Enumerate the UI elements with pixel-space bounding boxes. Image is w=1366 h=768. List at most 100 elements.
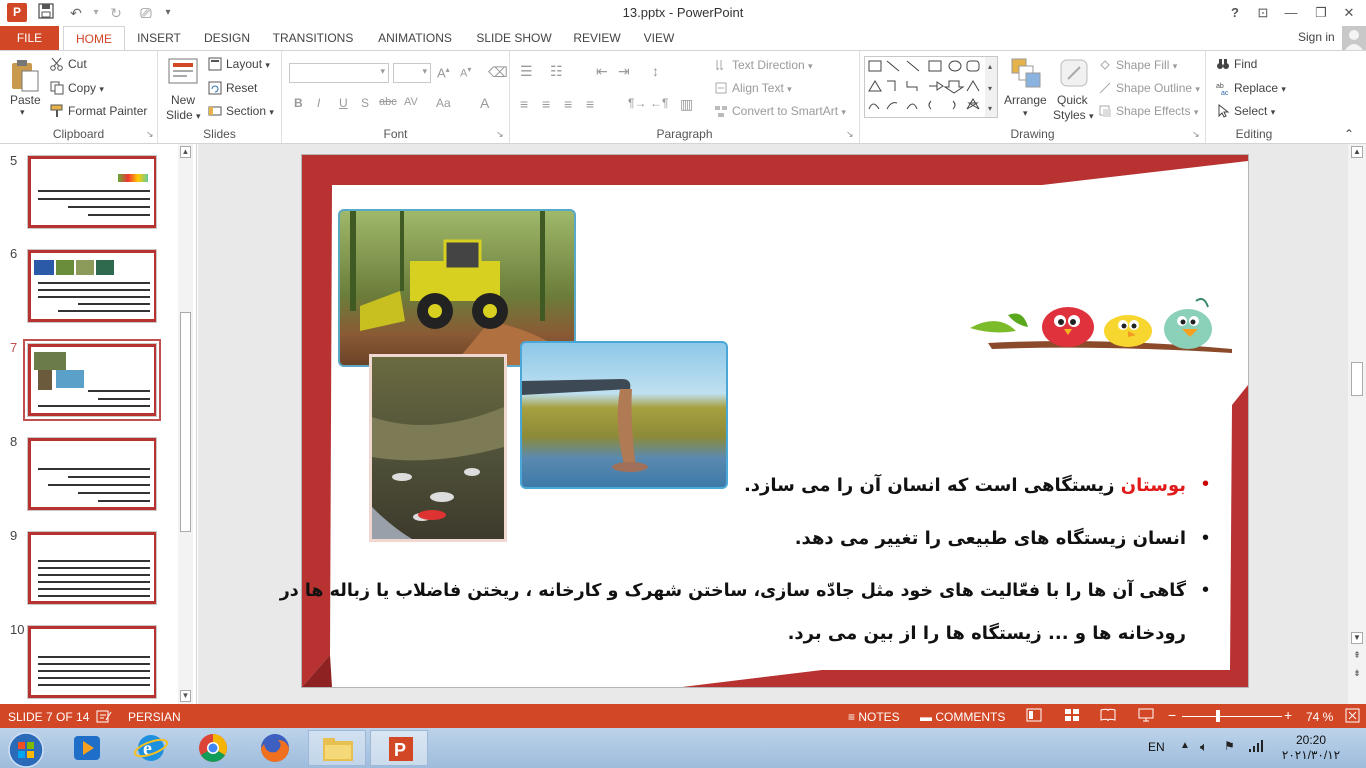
tab-review[interactable]: REVIEW (570, 26, 624, 50)
align-right-icon[interactable]: ≡ (564, 96, 572, 112)
quick-styles-button[interactable]: Quick (1057, 93, 1088, 107)
shapes-gallery[interactable]: ▴ ▾ ▾ (864, 56, 998, 118)
grow-font-icon[interactable]: A▴ (437, 65, 450, 80)
zoom-slider[interactable] (1182, 716, 1282, 717)
decrease-indent-icon[interactable]: ⇤ (596, 63, 608, 80)
tab-insert[interactable]: INSERT (133, 26, 185, 50)
tab-slide-show[interactable]: SLIDE SHOW (474, 26, 554, 50)
align-text-button[interactable]: Align Text ▾ (714, 81, 792, 95)
select-button[interactable]: Select ▾ (1216, 103, 1275, 118)
zoom-in-button[interactable]: + (1284, 707, 1292, 723)
chrome-icon[interactable] (184, 730, 242, 766)
strikethrough-button[interactable]: abc (379, 96, 397, 108)
input-language[interactable]: EN (1148, 740, 1165, 754)
volume-icon[interactable]: 🔈︎ (1200, 739, 1208, 755)
align-center-icon[interactable]: ≡ (542, 96, 550, 112)
drawing-launcher-icon[interactable]: ↘ (1192, 129, 1200, 140)
slide-scroll-thumb[interactable] (1351, 362, 1363, 396)
text-direction-button[interactable]: Text Direction ▾ (714, 58, 813, 72)
slide-thumbnail-8[interactable] (27, 437, 157, 511)
increase-indent-icon[interactable]: ⇥ (618, 63, 630, 80)
clipboard-launcher-icon[interactable]: ↘ (146, 129, 154, 140)
polluted-stream-photo[interactable] (372, 357, 504, 539)
reading-view-icon[interactable] (1100, 708, 1116, 725)
slide-thumbnail-5[interactable] (27, 155, 157, 229)
tab-home[interactable]: HOME (63, 26, 125, 51)
bold-button[interactable]: B (294, 96, 303, 110)
quick-styles-icon[interactable] (1058, 57, 1090, 89)
align-left-icon[interactable]: ≡ (520, 96, 528, 112)
shape-outline-button[interactable]: Shape Outline ▾ (1098, 81, 1200, 95)
sewage-pipe-photo[interactable] (520, 341, 728, 489)
next-slide-icon[interactable]: ⇟ (1351, 668, 1363, 680)
spelling-check-icon[interactable] (96, 710, 112, 726)
columns-icon[interactable]: ▥ (680, 96, 693, 113)
collapse-ribbon-icon[interactable]: ⌃ (1344, 127, 1354, 141)
arrange-button[interactable]: Arrange (1004, 93, 1047, 107)
thumbnails-scrollbar[interactable]: ▲ ▼ (178, 144, 193, 704)
italic-button[interactable]: I (317, 96, 320, 110)
slide-thumbnail-9[interactable] (27, 531, 157, 605)
slide-thumbnail-10[interactable] (27, 625, 157, 699)
font-size-box[interactable]: ▾ (393, 63, 431, 83)
minimize-icon[interactable]: — (1278, 2, 1304, 24)
scroll-up-icon[interactable]: ▲ (1351, 146, 1363, 158)
underline-button[interactable]: U (339, 96, 348, 110)
taskbar-clock[interactable]: 20:20 ۲۰۲۱/۳۰/۱۲ (1276, 733, 1346, 763)
previous-slide-icon[interactable]: ⇞ (1351, 650, 1363, 662)
shrink-font-icon[interactable]: A▾ (460, 65, 471, 80)
zoom-slider-handle[interactable] (1216, 710, 1220, 722)
scroll-up-icon[interactable]: ▲ (180, 146, 191, 158)
normal-view-icon[interactable] (1026, 708, 1042, 725)
thumbnails-scroll-thumb[interactable] (180, 312, 191, 532)
rtl-icon[interactable]: ←¶ (650, 96, 668, 110)
bullet-2[interactable]: انسان زیستگاه های طبیعی را تغییر می دهد. (795, 528, 1186, 549)
scroll-down-icon[interactable]: ▼ (180, 690, 191, 702)
numbering-icon[interactable]: ☷ (550, 63, 563, 80)
clear-formatting-icon[interactable]: ⌫ (488, 64, 508, 81)
slide-scrollbar[interactable]: ▲ ▼ ⇞ ⇟ (1348, 144, 1366, 704)
sign-in-link[interactable]: Sign in (1298, 30, 1335, 44)
action-center-icon[interactable]: ⚑︎ (1224, 739, 1235, 753)
ribbon-display-options-icon[interactable]: ⊡ (1250, 2, 1276, 24)
ltr-icon[interactable]: ¶→ (628, 96, 646, 110)
new-slide-label2[interactable]: Slide ▾ (166, 108, 201, 122)
network-icon[interactable] (1248, 739, 1264, 756)
font-name-box[interactable]: ▾ (289, 63, 389, 83)
bullet-1[interactable]: بوستان زیستگاهی است که انسان آن را می سا… (744, 475, 1186, 496)
paste-button[interactable]: Paste (10, 93, 41, 107)
shape-fill-button[interactable]: Shape Fill ▾ (1098, 58, 1177, 72)
language-indicator[interactable]: PERSIAN (128, 710, 181, 724)
arrange-icon[interactable] (1010, 57, 1042, 89)
powerpoint-taskbar-icon[interactable]: P (370, 730, 428, 766)
show-hidden-icons-icon[interactable]: ▲ (1180, 740, 1190, 751)
tab-design[interactable]: DESIGN (200, 26, 254, 50)
file-explorer-icon[interactable] (308, 730, 366, 766)
zoom-level[interactable]: 74 % (1306, 710, 1333, 724)
copy-button[interactable]: Copy ▾ (50, 81, 104, 95)
media-player-icon[interactable] (58, 730, 116, 766)
character-spacing-button[interactable]: AV (404, 96, 418, 108)
line-spacing-icon[interactable]: ↕ (652, 63, 659, 79)
paste-dropdown-icon[interactable]: ▾ (20, 107, 25, 118)
find-button[interactable]: Find (1216, 57, 1257, 71)
start-button[interactable] (0, 730, 52, 768)
close-icon[interactable]: ✕ (1336, 2, 1362, 24)
help-button[interactable]: ? (1222, 2, 1248, 24)
arrange-dropdown-icon[interactable]: ▾ (1023, 108, 1028, 119)
reset-button[interactable]: Reset (208, 81, 257, 95)
cut-button[interactable]: Cut (50, 57, 87, 71)
bullet-3-line-2[interactable]: رودخانه ها و ... زیستگاه ها را از بین می… (788, 623, 1186, 644)
zoom-out-button[interactable]: − (1168, 707, 1176, 723)
tab-transitions[interactable]: TRANSITIONS (270, 26, 356, 50)
comments-button[interactable]: ▬ COMMENTS (920, 710, 1005, 724)
font-launcher-icon[interactable]: ↘ (496, 129, 504, 140)
convert-smartart-button[interactable]: Convert to SmartArt ▾ (714, 104, 846, 118)
justify-icon[interactable]: ≡ (586, 96, 594, 112)
slide-show-view-icon[interactable] (1138, 708, 1154, 725)
quick-styles-label2[interactable]: Styles ▾ (1053, 108, 1094, 122)
format-painter-button[interactable]: Format Painter (50, 104, 147, 118)
slide-thumbnail-6[interactable] (27, 249, 157, 323)
internet-explorer-icon[interactable]: e (122, 730, 180, 766)
paste-icon[interactable] (9, 59, 41, 92)
